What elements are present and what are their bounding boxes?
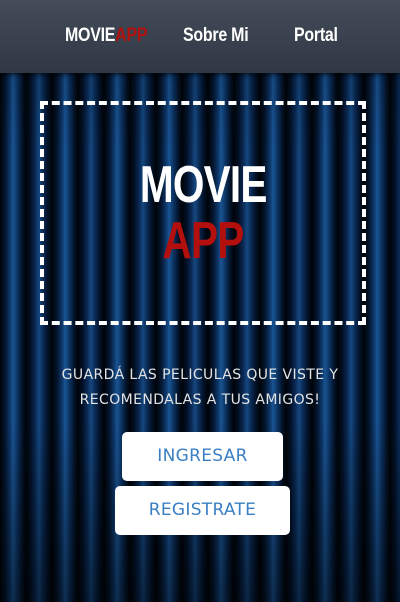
nav-brand-link[interactable]: MOVIEAPP — [65, 22, 147, 50]
register-button[interactable]: REGISTRATE — [115, 486, 290, 535]
logo-title-movie: MOVIE — [139, 156, 268, 214]
tagline: GUARDÁ LAS PELICULAS QUE VISTE Y RECOMEN… — [20, 363, 380, 413]
login-button[interactable]: INGRESAR — [122, 432, 283, 481]
top-navbar: MOVIEAPP Sobre Mi Portal — [0, 0, 400, 73]
logo-title-app: APP — [162, 212, 244, 270]
logo-box: MOVIE APP — [40, 101, 366, 325]
tagline-line-1: GUARDÁ LAS PELICULAS QUE VISTE Y — [61, 367, 339, 383]
nav-about-link[interactable]: Sobre Mi — [183, 22, 249, 50]
nav-brand-accent: APP — [115, 25, 148, 46]
nav-portal-link[interactable]: Portal — [294, 22, 338, 50]
nav-brand-main: MOVIE — [65, 25, 116, 46]
tagline-line-2: RECOMENDALAS A TUS AMIGOS! — [79, 392, 321, 408]
